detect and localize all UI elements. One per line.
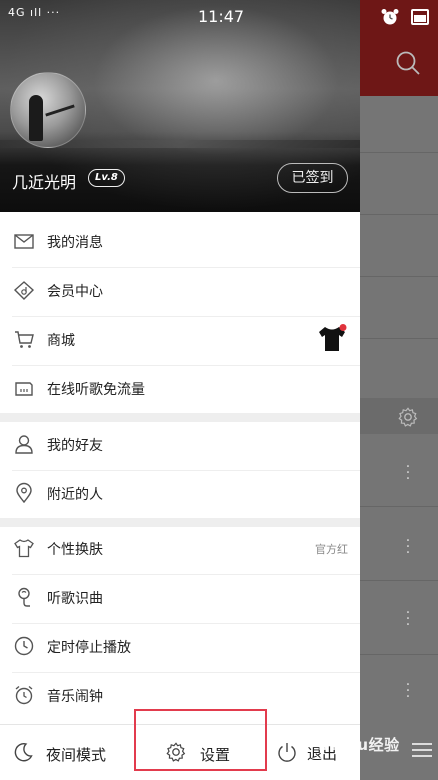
username[interactable]: 几近光明 — [12, 169, 76, 193]
menu-item-label: 个性换肤 — [47, 542, 103, 558]
menu-item-vip-center[interactable]: 会员中心 — [0, 267, 360, 316]
menu-item-messages[interactable]: 我的消息 — [0, 218, 360, 267]
gear-icon — [398, 407, 418, 427]
mail-icon — [14, 234, 34, 249]
tshirt-icon — [14, 539, 34, 558]
battery-icon — [411, 9, 429, 25]
menu-item-label: 会员中心 — [47, 284, 103, 300]
signal-indicator: 4G ıll ··· — [8, 6, 61, 19]
menu-item-shop[interactable]: 商城 — [0, 316, 360, 365]
alarm-clock-icon — [15, 685, 33, 705]
background-divider — [360, 580, 438, 581]
menu-item-label: 我的消息 — [47, 235, 103, 251]
navigation-drawer: 几近光明 Lv.8 已签到 我的消息 会员中心 商城 在线听歌免流量 我的好友 … — [0, 0, 360, 780]
more-options-icon[interactable]: · · · — [404, 534, 412, 560]
menu-item-theme[interactable]: 个性换肤 官方红 — [0, 525, 360, 574]
avatar-figure-detail — [45, 104, 75, 117]
background-divider — [360, 152, 438, 153]
status-time: 11:47 — [198, 7, 245, 26]
microphone-icon — [18, 587, 30, 607]
menu-item-nearby[interactable]: 附近的人 — [0, 470, 360, 519]
clock-icon — [14, 636, 34, 656]
diamond-icon — [13, 281, 35, 300]
power-icon — [278, 743, 296, 762]
menu-item-friends[interactable]: 我的好友 — [0, 421, 360, 470]
moon-icon — [14, 743, 33, 762]
status-bar: 4G ıll ··· 11:47 — [0, 0, 438, 34]
sign-in-button[interactable]: 已签到 — [277, 163, 348, 193]
menu-item-song-recognition[interactable]: 听歌识曲 — [0, 574, 360, 623]
gear-icon — [166, 742, 186, 762]
level-badge: Lv.8 — [88, 169, 125, 187]
more-options-icon[interactable]: · · · — [404, 460, 412, 486]
sim-card-icon — [15, 382, 33, 396]
menu-item-label: 我的好友 — [47, 438, 103, 454]
menu-item-label: 在线听歌免流量 — [47, 382, 145, 398]
menu-item-sleep-timer[interactable]: 定时停止播放 — [0, 623, 360, 672]
settings-button[interactable]: 设置 — [150, 725, 260, 780]
avatar[interactable] — [10, 72, 86, 148]
background-divider — [360, 506, 438, 507]
menu-item-label: 附近的人 — [47, 487, 103, 503]
shop-product-thumbnail — [319, 324, 347, 351]
menu-item-music-alarm[interactable]: 音乐闹钟 — [0, 672, 360, 721]
menu-item-label: 听歌识曲 — [47, 591, 103, 607]
alarm-icon — [381, 9, 399, 25]
menu-item-label: 音乐闹钟 — [47, 689, 103, 705]
search-icon[interactable] — [395, 50, 421, 76]
menu-icon[interactable] — [410, 740, 434, 760]
night-mode-button[interactable]: 夜间模式 — [0, 725, 130, 780]
avatar-figure — [29, 95, 43, 141]
menu-item-label: 商城 — [47, 333, 75, 349]
user-icon — [15, 435, 33, 454]
more-options-icon[interactable]: · · · — [404, 678, 412, 704]
background-divider — [360, 338, 438, 339]
background-divider — [360, 654, 438, 655]
background-divider — [360, 276, 438, 277]
menu-item-label: 定时停止播放 — [47, 640, 131, 656]
watermark: Baidu经验 — [318, 736, 400, 754]
background-divider — [360, 214, 438, 215]
night-mode-label: 夜间模式 — [46, 746, 107, 764]
more-options-icon[interactable]: · · · — [404, 606, 412, 632]
drawer-bottom-bar: 夜间模式 设置 — [0, 724, 360, 780]
cart-icon — [15, 331, 34, 348]
settings-label: 设置 — [200, 746, 231, 764]
location-pin-icon — [16, 482, 32, 504]
menu-item-free-data[interactable]: 在线听歌免流量 — [0, 365, 360, 414]
current-theme-value: 官方红 — [315, 543, 348, 556]
